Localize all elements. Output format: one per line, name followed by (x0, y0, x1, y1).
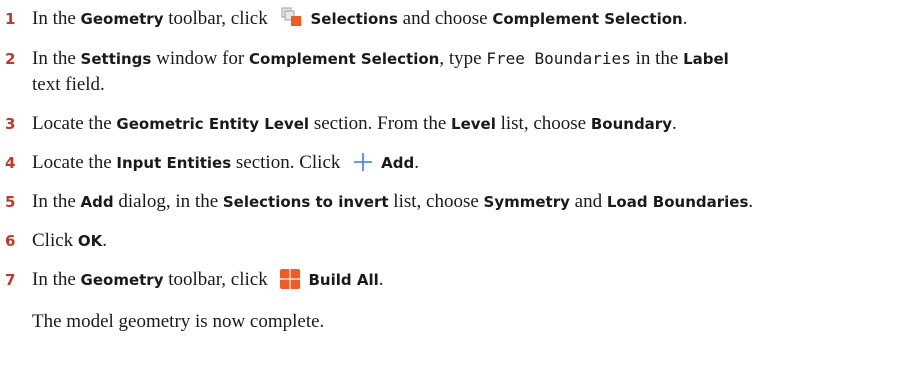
ui-label: Geometry (80, 271, 164, 289)
ui-label: Add (80, 193, 114, 211)
ui-label: Load Boundaries (606, 193, 749, 211)
step-number: 5 (5, 193, 16, 211)
add-icon (353, 152, 373, 180)
step-number: 7 (5, 271, 16, 289)
ui-label: Geometric Entity Level (116, 115, 310, 133)
ui-label: Complement Selection (249, 50, 440, 68)
step-number: 4 (5, 154, 16, 172)
step-text: Locate the Geometric Entity Level sectio… (32, 113, 677, 134)
ui-label: OK (77, 232, 103, 250)
ui-label: Add (381, 154, 415, 172)
code-text: Free Boundaries (486, 49, 631, 68)
step-text: In the Geometry toolbar, click Selection… (32, 6, 687, 36)
step-text: In the Settings window for Complement Se… (32, 48, 729, 69)
ui-label: Level (451, 115, 496, 133)
step-text: Locate the Input Entities section. Click… (32, 150, 419, 180)
step-text: In the Add dialog, in the Selections to … (32, 191, 754, 212)
selections-icon (280, 6, 302, 36)
ui-label: Geometry (80, 10, 164, 28)
instruction-steps: 1 In the Geometry toolbar, click Selecti… (0, 0, 916, 366)
ui-label: Complement Selection (492, 10, 683, 28)
step-number: 1 (5, 10, 16, 28)
ui-label: Settings (80, 50, 152, 68)
result-note: The model geometry is now complete. (32, 311, 325, 332)
step-text: In the Geometry toolbar, click Build All… (32, 267, 383, 297)
ui-label: Selections to invert (222, 193, 389, 211)
build-all-icon (280, 269, 301, 297)
step-number: 3 (5, 115, 16, 133)
step-number: 2 (5, 50, 16, 68)
ui-label: Boundary (590, 115, 672, 133)
ui-label: Build All (308, 271, 379, 289)
ui-label: Label (683, 50, 729, 68)
ui-label: Input Entities (116, 154, 232, 172)
step-number: 6 (5, 232, 16, 250)
step-text: Click OK. (32, 230, 108, 251)
ui-label: Symmetry (483, 193, 570, 211)
ui-label: Selections (310, 10, 398, 28)
